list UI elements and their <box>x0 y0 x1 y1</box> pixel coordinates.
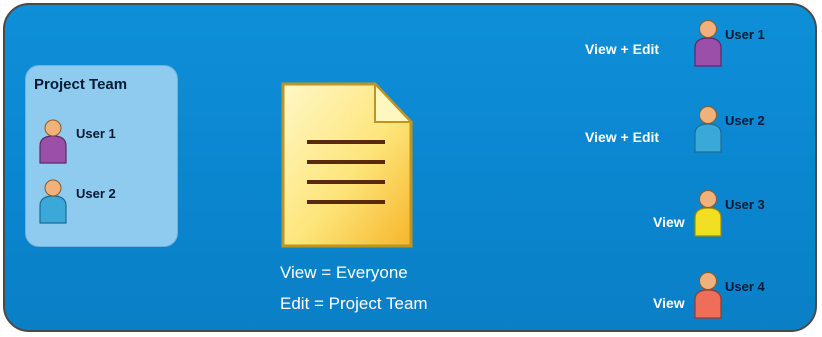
access-user-label: User 1 <box>725 27 765 42</box>
permission-label: View <box>653 214 685 230</box>
edit-policy-text: Edit = Project Team <box>280 294 428 313</box>
permission-label: View + Edit <box>585 41 660 57</box>
user-icon <box>39 179 67 224</box>
user-icon <box>694 106 722 153</box>
diagram-canvas: Project Team User 1 User 2 View = Everyo… <box>3 3 817 332</box>
team-user-label: User 1 <box>76 126 116 141</box>
project-team-title: Project Team <box>34 76 128 93</box>
document-icon <box>277 80 417 257</box>
user-icon <box>694 20 722 67</box>
access-user-label: User 2 <box>725 113 765 128</box>
view-policy-text: View = Everyone <box>280 263 408 282</box>
project-team-box: Project Team User 1 User 2 <box>25 65 178 247</box>
user-icon <box>694 272 722 319</box>
permission-label: View + Edit <box>585 129 660 145</box>
user-icon <box>694 190 722 237</box>
user-icon <box>39 119 67 164</box>
access-user-label: User 3 <box>725 197 765 212</box>
team-user-label: User 2 <box>76 186 116 201</box>
access-user-label: User 4 <box>725 279 765 294</box>
permission-label: View <box>653 295 685 311</box>
